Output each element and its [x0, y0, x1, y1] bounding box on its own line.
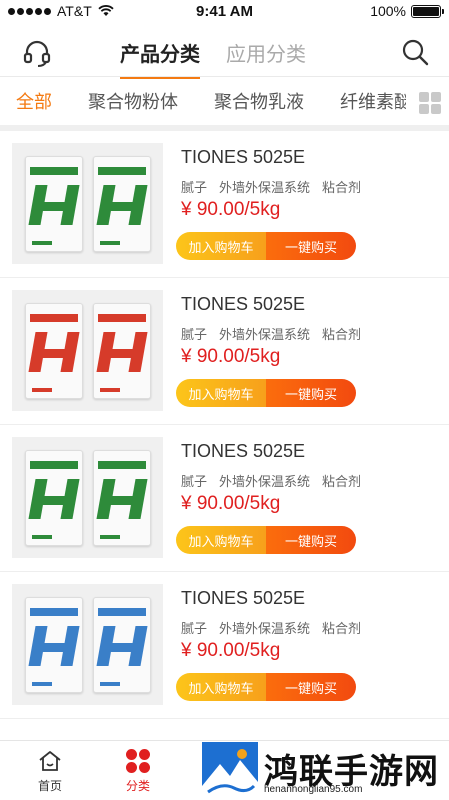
product-title[interactable]: TIONES 5025E	[181, 147, 305, 168]
product-card[interactable]: TIONES 5025E 腻子 外墙外保温系统 粘合剂 ¥ 90.00/5kg …	[0, 425, 449, 572]
category-item-all[interactable]: 全部	[16, 88, 52, 114]
product-tag: 粘合剂	[322, 180, 362, 195]
product-bag-image	[24, 596, 83, 693]
buy-now-button[interactable]: 一键购买	[266, 379, 356, 407]
watermark: 鸿联手游网 henanhonglian95.com	[200, 742, 449, 800]
status-right: 100%	[370, 3, 444, 19]
category-item-cellulose-ether[interactable]: 纤维素醚	[340, 88, 406, 114]
product-tag: 粘合剂	[322, 621, 362, 636]
product-tag: 外墙外保温系统	[219, 621, 311, 636]
product-tag: 外墙外保温系统	[219, 180, 311, 195]
product-tag: 腻子	[181, 180, 208, 195]
product-card[interactable]: TIONES 5025E 腻子 外墙外保温系统 粘合剂 ¥ 90.00/5kg …	[0, 572, 449, 719]
watermark-url: henanhonglian95.com	[264, 784, 363, 795]
product-actions: 加入购物车 一键购买	[176, 232, 356, 260]
product-tags: 腻子 外墙外保温系统 粘合剂	[181, 177, 361, 196]
top-tabs: 产品分类 应用分类	[120, 38, 306, 79]
search-icon[interactable]	[401, 38, 429, 66]
product-title[interactable]: TIONES 5025E	[181, 294, 305, 315]
category-bar: 全部 聚合物粉体 聚合物乳液 纤维素醚	[0, 77, 449, 125]
tab-home-label: 首页	[37, 779, 62, 793]
product-tags: 腻子 外墙外保温系统 粘合剂	[181, 471, 361, 490]
product-tag: 粘合剂	[322, 474, 362, 489]
headset-icon[interactable]	[22, 38, 52, 68]
tab-product-category[interactable]: 产品分类	[120, 38, 200, 79]
product-price: ¥ 90.00/5kg	[181, 493, 281, 514]
product-bag-image	[92, 449, 151, 546]
product-bag-image	[24, 449, 83, 546]
product-title[interactable]: TIONES 5025E	[181, 588, 305, 609]
product-bag-image	[24, 302, 83, 399]
tab-category[interactable]: 分类	[108, 749, 168, 794]
tab-application-category[interactable]: 应用分类	[226, 38, 306, 67]
product-tag: 外墙外保温系统	[219, 327, 311, 342]
category-item-polymer-emulsion[interactable]: 聚合物乳液	[214, 88, 304, 114]
product-tag: 腻子	[181, 474, 208, 489]
product-tag: 腻子	[181, 621, 208, 636]
product-actions: 加入购物车 一键购买	[176, 673, 356, 701]
top-nav: 产品分类 应用分类	[0, 28, 449, 79]
product-price: ¥ 90.00/5kg	[181, 640, 281, 661]
product-bag-image	[92, 302, 151, 399]
buy-now-button[interactable]: 一键购买	[266, 232, 356, 260]
product-card[interactable]: TIONES 5025E 腻子 外墙外保温系统 粘合剂 ¥ 90.00/5kg …	[0, 278, 449, 425]
buy-now-button[interactable]: 一键购买	[266, 673, 356, 701]
product-bag-image	[92, 155, 151, 252]
add-to-cart-button[interactable]: 加入购物车	[176, 673, 266, 701]
product-tags: 腻子 外墙外保温系统 粘合剂	[181, 618, 361, 637]
add-to-cart-button[interactable]: 加入购物车	[176, 526, 266, 554]
product-card[interactable]: TIONES 5025E 腻子 外墙外保温系统 粘合剂 ¥ 90.00/5kg …	[0, 131, 449, 278]
buy-now-button[interactable]: 一键购买	[266, 526, 356, 554]
battery-fill	[413, 6, 439, 16]
product-tag: 外墙外保温系统	[219, 474, 311, 489]
product-list: TIONES 5025E 腻子 外墙外保温系统 粘合剂 ¥ 90.00/5kg …	[0, 131, 449, 719]
product-actions: 加入购物车 一键购买	[176, 379, 356, 407]
battery-icon	[411, 4, 444, 18]
product-tags: 腻子 外墙外保温系统 粘合剂	[181, 324, 361, 343]
product-bag-image	[24, 155, 83, 252]
category-item-polymer-powder[interactable]: 聚合物粉体	[88, 88, 178, 114]
tab-home[interactable]: 首页	[20, 749, 80, 794]
product-image[interactable]	[12, 143, 163, 264]
grid-icon[interactable]	[419, 92, 441, 114]
product-bag-image	[92, 596, 151, 693]
product-image[interactable]	[12, 584, 163, 705]
category-scroll[interactable]: 全部 聚合物粉体 聚合物乳液 纤维素醚	[16, 77, 406, 125]
product-image[interactable]	[12, 437, 163, 558]
category-icon	[126, 749, 150, 773]
product-title[interactable]: TIONES 5025E	[181, 441, 305, 462]
add-to-cart-button[interactable]: 加入购物车	[176, 379, 266, 407]
product-tag: 腻子	[181, 327, 208, 342]
product-image[interactable]	[12, 290, 163, 411]
battery-percent: 100%	[370, 3, 406, 19]
product-actions: 加入购物车 一键购买	[176, 526, 356, 554]
product-price: ¥ 90.00/5kg	[181, 346, 281, 367]
status-bar: AT&T 9:41 AM 100%	[0, 0, 449, 24]
tab-category-label: 分类	[125, 779, 150, 793]
add-to-cart-button[interactable]: 加入购物车	[176, 232, 266, 260]
product-tag: 粘合剂	[322, 327, 362, 342]
product-price: ¥ 90.00/5kg	[181, 199, 281, 220]
home-icon	[39, 751, 61, 771]
watermark-logo-icon	[202, 742, 258, 798]
